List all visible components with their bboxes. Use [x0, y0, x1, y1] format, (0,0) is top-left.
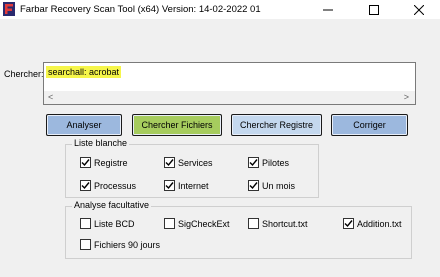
- checkbox-sigcheckext[interactable]: SigCheckExt: [164, 218, 230, 229]
- checkmark-icon: [249, 159, 258, 167]
- checkmark-icon: [249, 182, 258, 190]
- minimize-icon: [323, 9, 333, 10]
- checkbox-label: Internet: [178, 180, 209, 191]
- checkbox-addition-txt[interactable]: Addition.txt: [343, 218, 402, 229]
- analyser-button[interactable]: Analyser: [46, 114, 122, 136]
- checkbox-services[interactable]: Services: [164, 157, 213, 168]
- checkmark-icon: [165, 159, 174, 167]
- analyse-facultative-legend: Analyse facultative: [72, 200, 152, 210]
- checkbox-label: Un mois: [262, 180, 296, 191]
- search-value[interactable]: searchall: acrobat: [46, 66, 122, 78]
- checkbox-fichiers-90-jours[interactable]: Fichiers 90 jours: [80, 239, 160, 250]
- minimize-button[interactable]: [308, 0, 348, 19]
- checkbox-label: Services: [178, 157, 213, 168]
- checkbox-processus[interactable]: Processus: [80, 180, 136, 191]
- chercher-fichiers-button[interactable]: Chercher Fichiers: [132, 114, 222, 136]
- app-icon: [3, 2, 15, 16]
- checkbox-box[interactable]: [164, 218, 175, 229]
- checkbox-box[interactable]: [80, 239, 91, 250]
- client-area: Chercher: searchall: acrobat < > Analyse…: [0, 19, 440, 277]
- maximize-button[interactable]: [354, 0, 394, 19]
- checkbox-box[interactable]: [80, 218, 91, 229]
- liste-blanche-group: Liste blanche Registre Services Pilotes …: [65, 138, 319, 198]
- checkmark-icon: [344, 220, 353, 228]
- checkmark-icon: [81, 159, 90, 167]
- checkbox-label: Addition.txt: [357, 218, 402, 229]
- checkbox-liste-bcd[interactable]: Liste BCD: [80, 218, 135, 229]
- scroll-left-icon[interactable]: <: [48, 92, 53, 102]
- checkbox-label: Processus: [94, 180, 137, 191]
- checkbox-pilotes[interactable]: Pilotes: [248, 157, 289, 168]
- title-bar: Farbar Recovery Scan Tool (x64) Version:…: [0, 0, 440, 19]
- window-title: Farbar Recovery Scan Tool (x64) Version:…: [20, 4, 261, 15]
- checkbox-box[interactable]: [248, 157, 259, 168]
- checkbox-box[interactable]: [164, 180, 175, 191]
- checkbox-label: Fichiers 90 jours: [94, 239, 161, 250]
- close-button[interactable]: [399, 0, 439, 19]
- checkbox-shortcut-txt[interactable]: Shortcut.txt: [248, 218, 308, 229]
- checkbox-label: Pilotes: [262, 157, 290, 168]
- checkbox-box[interactable]: [164, 157, 175, 168]
- chercher-registre-button[interactable]: Chercher Registre: [231, 114, 322, 136]
- checkmark-icon: [165, 182, 174, 190]
- checkbox-label: SigCheckExt: [178, 218, 230, 229]
- checkbox-internet[interactable]: Internet: [164, 180, 209, 191]
- checkbox-box[interactable]: [248, 218, 259, 229]
- analyse-facultative-group: Analyse facultative Liste BCD SigCheckEx…: [65, 200, 412, 259]
- checkbox-un-mois[interactable]: Un mois: [248, 180, 295, 191]
- checkbox-box[interactable]: [80, 180, 91, 191]
- liste-blanche-legend: Liste blanche: [72, 138, 130, 148]
- corriger-button[interactable]: Corriger: [331, 114, 408, 136]
- checkbox-label: Shortcut.txt: [262, 218, 308, 229]
- maximize-icon: [369, 4, 379, 15]
- checkbox-registre[interactable]: Registre: [80, 157, 128, 168]
- search-label: Chercher:: [4, 69, 44, 79]
- checkbox-box[interactable]: [343, 218, 354, 229]
- checkbox-label: Registre: [94, 157, 128, 168]
- checkbox-label: Liste BCD: [94, 218, 135, 229]
- checkmark-icon: [81, 182, 90, 190]
- search-input[interactable]: searchall: acrobat < >: [43, 62, 416, 105]
- scroll-right-icon[interactable]: >: [404, 92, 409, 102]
- search-hscrollbar[interactable]: < >: [44, 91, 415, 104]
- checkbox-box[interactable]: [248, 180, 259, 191]
- checkbox-box[interactable]: [80, 157, 91, 168]
- close-icon: [414, 4, 424, 15]
